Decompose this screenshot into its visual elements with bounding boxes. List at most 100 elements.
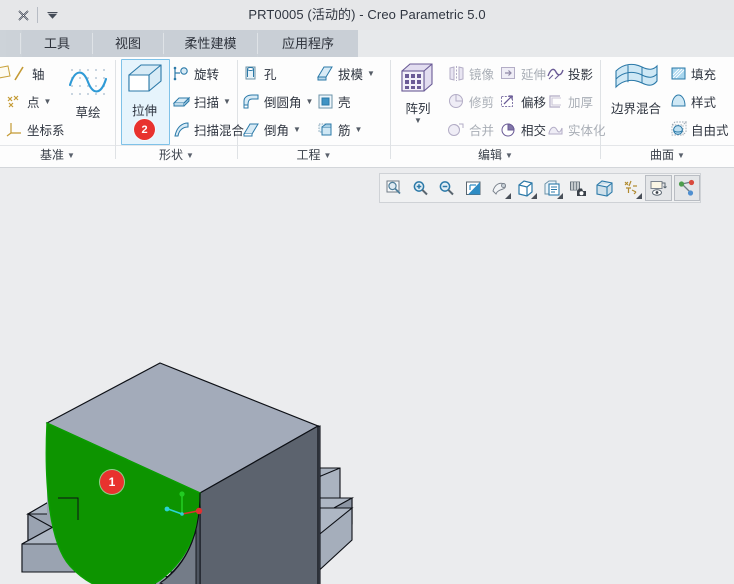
ribbon-item-label: 扫描 [194, 95, 220, 110]
ribbon-item-freestyle[interactable]: 自由式 [669, 117, 729, 141]
ribbon-item-boundary-blend[interactable]: 边界混合 [606, 61, 666, 117]
ribbon-item-draft[interactable]: 拔模 ▼ [316, 61, 375, 85]
ribbon-item-project[interactable]: 投影 [546, 61, 593, 85]
datum-point-icon [5, 92, 24, 111]
group-label-surface[interactable]: 曲面 ▼ [601, 145, 734, 165]
refit-icon[interactable] [461, 176, 485, 200]
ribbon-item-offset[interactable]: 偏移 [499, 89, 546, 113]
ribbon-item-solidify[interactable]: 实体化 [546, 117, 606, 141]
intersect-icon [499, 120, 518, 139]
ribbon-item-trim[interactable]: 修剪 [447, 89, 494, 113]
model-3d-view[interactable] [0, 168, 734, 584]
ribbon-item-extrude[interactable]: 拉伸 [121, 61, 168, 119]
offset-icon [499, 92, 518, 111]
title-bar: PRT0005 (活动的) - Creo Parametric 5.0 [0, 0, 734, 30]
ribbon-item-label: 孔 [264, 67, 277, 82]
ribbon-tab-row: 工具 视图 柔性建模 应用程序 [0, 30, 734, 57]
spin-center-icon[interactable] [487, 176, 511, 200]
chevron-down-icon[interactable]: ▼ [355, 125, 363, 134]
ribbon-item-label: 边界混合 [610, 102, 661, 116]
round-icon [242, 92, 261, 111]
revolve-icon [172, 64, 191, 83]
tab-view[interactable]: 视图 [93, 30, 163, 57]
style-icon [669, 92, 688, 111]
ribbon-item-datum-axis[interactable]: 轴 [10, 61, 45, 85]
datum-csys-icon [5, 120, 24, 139]
ribbon-item-label: 扫描混合 [194, 123, 245, 138]
ribbon-item-chamfer[interactable]: 倒角 ▼ [242, 117, 301, 141]
ribbon-item-rib[interactable]: 筋 ▼ [316, 117, 362, 141]
ribbon-item-swept-blend[interactable]: 扫描混合 [172, 117, 244, 141]
view-manager-icon[interactable] [540, 176, 564, 200]
thicken-icon [546, 92, 565, 111]
ribbon-item-datum-point[interactable]: 点 ▼ [5, 89, 51, 113]
ribbon-item-datum-csys[interactable]: 坐标系 [5, 117, 65, 141]
ribbon-item-revolve[interactable]: 旋转 [172, 61, 219, 85]
ribbon-item-round[interactable]: 倒圆角 ▼ [242, 89, 313, 113]
chevron-down-icon[interactable]: ▼ [367, 69, 375, 78]
chevron-down-icon[interactable]: ▼ [223, 97, 231, 106]
group-label-datum[interactable]: 基准 ▼ [0, 145, 115, 165]
ribbon-item-style[interactable]: 样式 [669, 89, 716, 113]
ribbon-item-label: 拉伸 [131, 104, 157, 118]
ribbon-item-pattern[interactable]: 阵列 ▼ [397, 61, 439, 125]
graphics-area[interactable]: 1 [0, 168, 734, 584]
zoom-in-icon[interactable] [408, 176, 432, 200]
ribbon-item-label: 偏移 [521, 95, 547, 110]
chevron-down-icon[interactable] [504, 193, 511, 199]
ribbon-item-label: 拔模 [338, 67, 364, 82]
solidify-icon [546, 120, 565, 139]
ribbon-item-label: 填充 [691, 67, 717, 82]
ribbon-item-intersect[interactable]: 相交 [499, 117, 546, 141]
tab-row-filler [358, 30, 734, 57]
display-style-icon[interactable] [593, 176, 617, 200]
ribbon-item-sketch[interactable]: 草绘 [64, 65, 112, 121]
chevron-down-icon[interactable]: ▼ [414, 116, 422, 125]
graphics-toolbar [379, 173, 701, 203]
chevron-down-icon: ▼ [677, 151, 685, 160]
ribbon-item-label: 修剪 [469, 95, 495, 110]
datum-display-filters-icon[interactable] [619, 176, 643, 200]
chevron-down-icon[interactable] [530, 193, 537, 199]
zoom-out-icon[interactable] [435, 176, 459, 200]
tab-tools[interactable]: 工具 [22, 30, 92, 57]
extend-icon [499, 64, 518, 83]
ribbon-group-edit: 阵列 ▼ 镜像 修剪 合并 延伸 偏移 相交 投影 加厚 实体化 编辑 ▼ [391, 57, 606, 167]
ribbon-item-label: 相交 [521, 123, 547, 138]
chevron-down-icon[interactable] [636, 193, 643, 199]
annotation-display-icon[interactable] [645, 175, 672, 201]
chevron-down-icon[interactable] [557, 193, 564, 199]
chevron-down-icon[interactable]: ▼ [306, 97, 314, 106]
ribbon-item-sweep[interactable]: 扫描 ▼ [172, 89, 231, 113]
swept-blend-icon [172, 120, 191, 139]
ribbon-item-label: 倒圆角 [264, 95, 302, 110]
ribbon-item-thicken[interactable]: 加厚 [546, 89, 593, 113]
image-capture-icon[interactable] [566, 176, 590, 200]
spin-center-toggle-icon[interactable] [673, 175, 700, 201]
creo-main-window: PRT0005 (活动的) - Creo Parametric 5.0 工具 视… [0, 0, 734, 584]
chevron-down-icon[interactable]: ▼ [293, 125, 301, 134]
ribbon-item-label: 实体化 [568, 123, 606, 138]
ribbon-item-label: 坐标系 [27, 123, 65, 138]
group-label-shape[interactable]: 形状 ▼ [116, 145, 237, 165]
group-label-engineering[interactable]: 工程 ▼ [238, 145, 390, 165]
tab-applications[interactable]: 应用程序 [258, 30, 358, 57]
ribbon-item-mirror[interactable]: 镜像 [447, 61, 494, 85]
ribbon-item-extend[interactable]: 延伸 [499, 61, 546, 85]
zoom-to-fit-icon[interactable] [382, 176, 406, 200]
ribbon-item-hole[interactable]: 孔 [242, 61, 277, 85]
ribbon-item-shell[interactable]: 壳 [316, 89, 351, 113]
ribbon-item-label: 筋 [338, 123, 351, 138]
tab-flexible-modeling[interactable]: 柔性建模 [164, 30, 257, 57]
ribbon-item-merge[interactable]: 合并 [447, 117, 494, 141]
sketch-icon [66, 65, 110, 101]
chevron-down-icon: ▼ [323, 151, 332, 160]
freestyle-icon [669, 120, 688, 139]
window-title: PRT0005 (活动的) - Creo Parametric 5.0 [248, 7, 486, 22]
ribbon-item-fill[interactable]: 填充 [669, 61, 716, 85]
group-label-edit[interactable]: 编辑 ▼ [391, 145, 600, 165]
ribbon-item-label: 阵列 [405, 102, 431, 116]
chevron-down-icon[interactable]: ▼ [44, 97, 52, 106]
saved-orientations-icon[interactable] [514, 176, 538, 200]
shell-icon [316, 92, 335, 111]
